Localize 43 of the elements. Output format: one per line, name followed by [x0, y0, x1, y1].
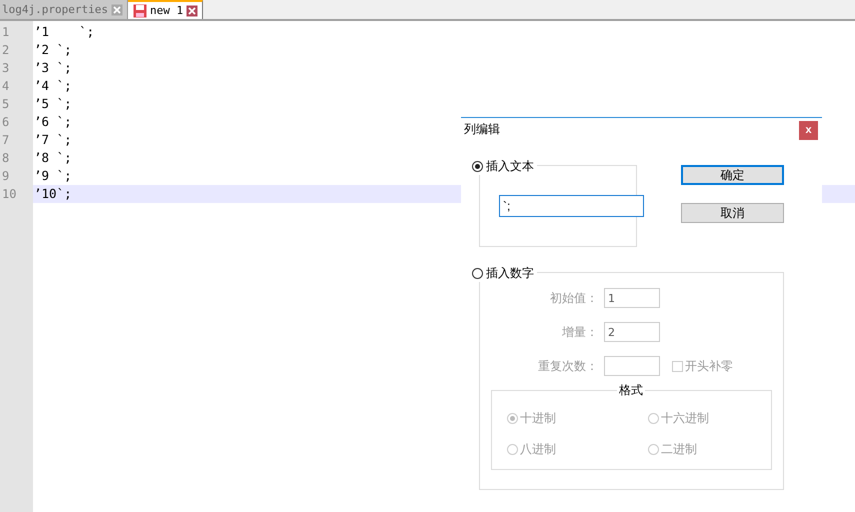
line-number: 5 — [1, 96, 10, 113]
code-line: ’8 `; — [34, 150, 72, 165]
code-line: ’10`; — [34, 186, 72, 201]
radio-label: 八进制 — [520, 440, 556, 458]
group-title: 格式 — [617, 382, 645, 399]
code-line: ’2 `; — [34, 42, 72, 57]
field-label: 初始值： — [549, 290, 598, 306]
close-icon[interactable] — [186, 4, 198, 16]
line-number: 10 — [1, 186, 18, 203]
dialog-button[interactable]: 取消 — [681, 203, 784, 223]
line-number: 2 — [1, 42, 10, 59]
code-line: ’5 `; — [34, 96, 72, 111]
checkbox-label: 开头补零 — [685, 358, 733, 374]
line-number: 8 — [1, 150, 10, 167]
tab-label: new 1 — [150, 4, 184, 17]
line-number: 7 — [1, 132, 10, 149]
code-line: ’7 `; — [34, 132, 72, 147]
code-line: ’1 `; — [34, 24, 94, 39]
close-icon[interactable] — [110, 4, 123, 16]
dialog-button[interactable]: 确定 — [681, 165, 784, 185]
file-tab[interactable]: new 1 — [128, 0, 204, 19]
radio-label: 插入文本 — [486, 158, 534, 175]
dialog-title: 列编辑 — [464, 120, 500, 138]
line-number: 6 — [1, 114, 10, 131]
radio-label: 十六进制 — [661, 410, 709, 426]
field-label: 增量： — [561, 324, 598, 340]
floppy-icon — [132, 4, 147, 18]
text-input-field[interactable]: `; — [499, 195, 644, 217]
close-button[interactable]: x — [799, 120, 818, 140]
radio-label: 插入数字 — [486, 265, 534, 282]
line-number: 1 — [1, 24, 10, 41]
radio-button[interactable] — [472, 161, 483, 172]
field-label: 重复次数： — [537, 358, 598, 374]
code-line: ’4 `; — [34, 78, 72, 93]
line-number: 3 — [1, 60, 10, 77]
tab-label: log4j.properties — [2, 3, 108, 16]
code-line: ’3 `; — [34, 60, 72, 75]
code-line: ’9 `; — [34, 168, 72, 183]
line-number: 9 — [1, 168, 10, 185]
radio-label: 二进制 — [661, 440, 697, 458]
line-number: 4 — [1, 78, 10, 95]
code-line: ’6 `; — [34, 114, 72, 129]
radio-label: 十进制 — [520, 410, 556, 426]
